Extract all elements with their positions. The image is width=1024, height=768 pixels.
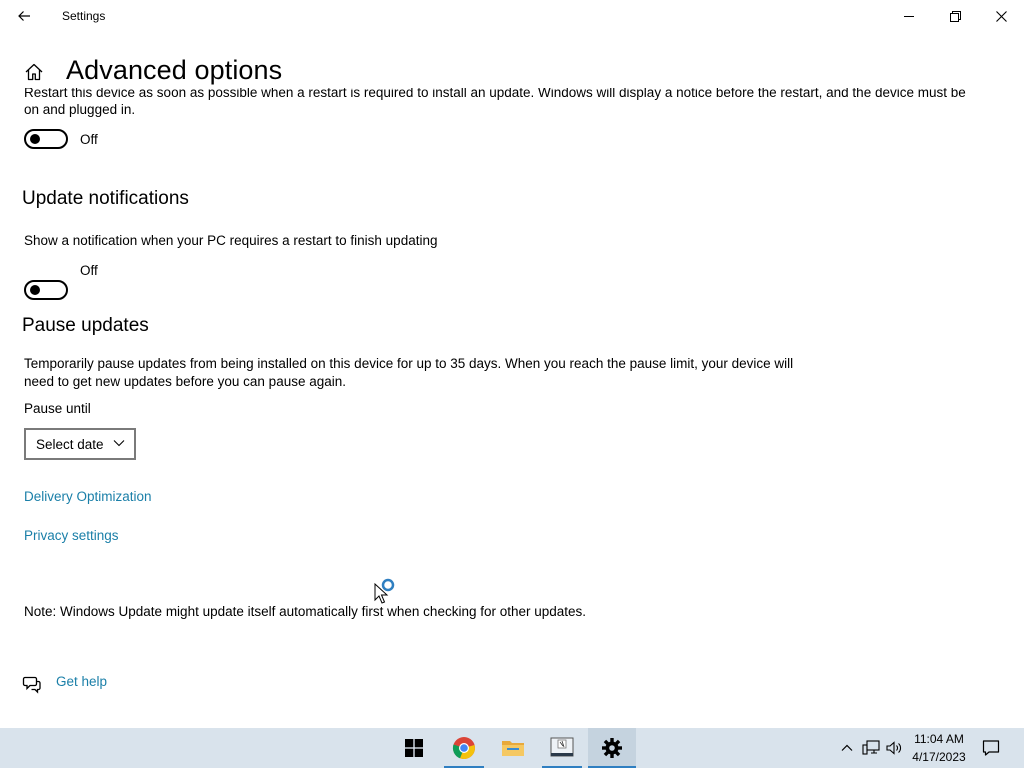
clock-time: 11:04 AM	[914, 732, 964, 746]
chrome-icon	[452, 737, 475, 760]
delivery-optimization-link[interactable]: Delivery Optimization	[24, 489, 152, 504]
restart-description-clipped: Restart this device as soon as possible …	[24, 88, 966, 100]
settings-icon	[602, 738, 622, 758]
pause-updates-description-line1: Temporarily pause updates from being ins…	[24, 356, 794, 371]
settings-content[interactable]: Restart this device as soon as possible …	[0, 88, 1024, 728]
update-notifications-description: Show a notification when your PC require…	[24, 233, 438, 248]
title-bar: Settings	[0, 0, 1024, 32]
network-icon	[862, 740, 880, 755]
minimize-button[interactable]	[886, 0, 932, 32]
chevron-down-icon	[113, 440, 125, 447]
pause-updates-heading: Pause updates	[22, 315, 149, 336]
close-button[interactable]	[978, 0, 1024, 32]
start-button[interactable]	[390, 728, 438, 768]
network-button[interactable]	[861, 738, 881, 758]
restore-icon	[949, 10, 961, 22]
page-title: Advanced options	[66, 55, 283, 85]
toggle-knob	[30, 134, 40, 144]
pause-updates-description-line2: need to get new updates before you can p…	[24, 374, 346, 389]
start-icon	[405, 739, 423, 757]
volume-icon	[886, 741, 901, 755]
clock-date: 4/17/2023	[912, 750, 966, 764]
show-hidden-icons-button[interactable]	[837, 738, 857, 758]
windows-update-note: Note: Windows Update might update itself…	[24, 604, 587, 619]
action-center-button[interactable]	[981, 738, 1001, 758]
busy-cursor-icon	[374, 578, 395, 604]
restart-description-line2: on and plugged in.	[24, 102, 136, 117]
privacy-settings-link[interactable]: Privacy settings	[24, 528, 119, 543]
app-window-taskbar-button[interactable]	[538, 728, 586, 768]
back-arrow-icon	[18, 11, 30, 21]
file-explorer-icon	[502, 741, 524, 756]
get-help-link[interactable]: Get help	[56, 674, 107, 689]
home-button[interactable]	[22, 60, 46, 84]
chevron-up-icon	[841, 744, 853, 751]
pause-until-dropdown[interactable]: Select date	[24, 428, 136, 460]
restore-button[interactable]	[932, 0, 978, 32]
minimize-icon	[904, 16, 914, 17]
update-notifications-toggle-label: Off	[80, 263, 98, 278]
chrome-taskbar-button[interactable]	[440, 728, 488, 768]
restart-toggle-label: Off	[80, 132, 98, 147]
settings-taskbar-button[interactable]	[588, 728, 636, 768]
dropdown-value: Select date	[36, 436, 104, 452]
close-icon	[995, 10, 1007, 22]
volume-button[interactable]	[884, 738, 904, 758]
get-help-icon[interactable]	[22, 674, 42, 694]
window-title: Settings	[62, 9, 106, 23]
update-notifications-heading: Update notifications	[22, 188, 189, 209]
taskbar-clock[interactable]: 11:04 AM 4/17/2023	[906, 730, 972, 766]
home-icon	[25, 63, 43, 81]
back-button[interactable]	[8, 2, 40, 30]
notification-icon	[982, 740, 1000, 756]
file-explorer-taskbar-button[interactable]	[489, 728, 537, 768]
toggle-knob	[30, 285, 40, 295]
pause-until-label: Pause until	[24, 401, 91, 416]
taskbar: 11:04 AM 4/17/2023	[0, 728, 1024, 768]
app-window-icon	[550, 737, 574, 757]
update-notifications-toggle[interactable]	[24, 280, 68, 300]
restart-toggle[interactable]	[24, 129, 68, 149]
